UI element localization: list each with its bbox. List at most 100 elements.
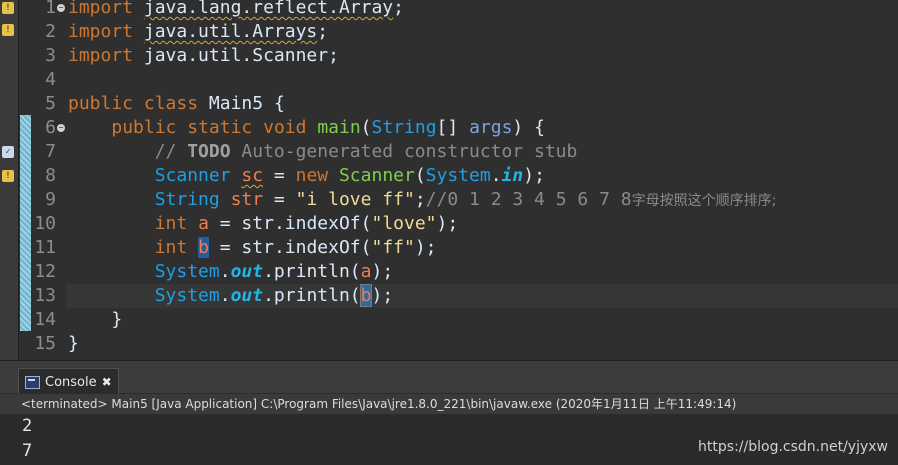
code-line-11[interactable]: int b = str.indexOf("ff"); — [68, 236, 437, 260]
variable-highlight: b — [359, 284, 373, 307]
punct: = — [263, 189, 296, 210]
code-line-13[interactable]: System.out.println(b); — [68, 284, 393, 308]
punct: } — [68, 333, 79, 354]
collapse-icon[interactable]: − — [57, 124, 65, 132]
code-line-2[interactable]: import java.util.Arrays; — [68, 20, 328, 44]
warning-icon[interactable]: ! — [2, 2, 14, 14]
punct: . — [219, 285, 231, 306]
line-number: 5 — [45, 93, 56, 114]
punct: = — [208, 237, 242, 258]
line-number: 14 — [34, 309, 56, 330]
method-call: .println( — [263, 261, 361, 282]
string-literal: "ff" — [371, 237, 415, 258]
static-field: out — [230, 285, 264, 306]
punct: = — [263, 165, 296, 186]
import-path: java.lang.reflect.Array — [143, 0, 394, 18]
variable: a — [198, 213, 209, 234]
code-line-12[interactable]: System.out.println(a); — [68, 260, 393, 284]
warning-icon[interactable]: ! — [2, 170, 14, 182]
punct: = — [208, 213, 242, 234]
code-line-14[interactable]: } — [68, 308, 122, 332]
punct: { — [273, 93, 285, 114]
punct: ; — [328, 45, 339, 66]
keyword: import — [68, 45, 134, 66]
close-icon[interactable]: ✖ — [102, 375, 112, 389]
line-number: 6 — [45, 117, 56, 138]
method-call: .indexOf( — [273, 213, 372, 234]
console-output-line[interactable]: 7 — [22, 441, 32, 461]
code-editor[interactable]: ! ! ✓ ! 1 2 3 4 5 6 7 8 9 10 11 12 13 14… — [0, 0, 898, 360]
method-name: main — [317, 117, 361, 138]
line-number: 7 — [45, 141, 56, 162]
punct: } — [111, 309, 123, 330]
line-number: 3 — [45, 45, 56, 66]
task-icon[interactable]: ✓ — [2, 146, 14, 158]
method-call: .println( — [263, 285, 361, 306]
comment: 字母按照这个顺序排序; — [631, 193, 777, 209]
code-line-10[interactable]: int a = str.indexOf("love"); — [68, 212, 459, 236]
line-number-gutter: 1 2 3 4 5 6 7 8 9 10 11 12 13 14 15 − − — [31, 0, 67, 360]
method-call: .indexOf( — [273, 237, 372, 258]
code-line-6[interactable]: public static void main(String[] args) { — [68, 116, 545, 140]
keyword: void — [263, 117, 307, 138]
punct: ( — [360, 117, 372, 138]
line-number: 9 — [45, 189, 56, 210]
line-number: 15 — [34, 333, 56, 354]
collapse-icon[interactable]: − — [57, 4, 65, 12]
punct: ); — [371, 285, 394, 306]
console-status: <terminated> Main5 [Java Application] C:… — [0, 394, 898, 415]
variable-ref: str — [241, 213, 274, 234]
code-line-1[interactable]: import java.lang.reflect.Array; — [68, 0, 404, 20]
change-indicator-bar — [20, 115, 31, 331]
line-number: 11 — [34, 237, 56, 258]
code-line-15[interactable]: } — [68, 332, 79, 356]
type-name: String — [154, 189, 220, 210]
keyword: static — [187, 117, 253, 138]
type-name: System — [154, 261, 220, 282]
code-line-3[interactable]: import java.util.Scanner; — [68, 44, 339, 68]
type-name: System — [425, 165, 491, 186]
code-line-8[interactable]: Scanner sc = new Scanner(System.in); — [68, 164, 545, 188]
tab-console[interactable]: Console ✖ — [18, 368, 119, 395]
punct: ); — [371, 261, 394, 282]
keyword: import — [68, 21, 134, 42]
line-number: 4 — [45, 69, 56, 90]
code-line-7[interactable]: // TODO Auto-generated constructor stub — [68, 140, 578, 164]
comment: //0 1 2 3 4 5 6 7 8 — [425, 189, 632, 210]
punct: ( — [414, 165, 426, 186]
variable-ref: str — [241, 237, 274, 258]
variable-highlight: b — [198, 237, 209, 258]
keyword: int — [154, 237, 188, 258]
keyword: public — [111, 117, 177, 138]
punct: ; — [317, 21, 329, 42]
string-literal: "love" — [371, 213, 437, 234]
constructor: Scanner — [338, 165, 415, 186]
variable: str — [230, 189, 264, 210]
parameter: args — [469, 117, 513, 138]
punct: ; — [414, 189, 426, 210]
punct: [] — [436, 117, 470, 138]
punct: ; — [393, 0, 404, 18]
comment: // — [154, 141, 188, 162]
static-field: in — [501, 165, 524, 186]
console-tabbar: Console ✖ — [0, 360, 898, 395]
code-line-5[interactable]: public class Main5 { — [68, 92, 285, 116]
variable-ref: a — [360, 261, 372, 282]
line-number: 1 — [45, 0, 56, 18]
punct: ); — [523, 165, 545, 186]
warning-icon[interactable]: ! — [2, 24, 14, 36]
marker-ruler: ! ! ✓ ! — [0, 0, 19, 360]
line-number: 13 — [34, 285, 56, 306]
console-icon — [25, 375, 40, 389]
keyword: class — [143, 93, 199, 114]
class-name: Main5 — [208, 93, 264, 114]
console-output-line[interactable]: 2 — [22, 416, 32, 436]
code-line-9[interactable]: String str = "i love ff";//0 1 2 3 4 5 6… — [68, 188, 777, 212]
line-number: 2 — [45, 21, 56, 42]
type-name: Scanner — [154, 165, 231, 186]
keyword: new — [295, 165, 329, 186]
punct: ); — [414, 237, 437, 258]
todo-tag: TODO — [187, 141, 231, 162]
punct: . — [219, 261, 231, 282]
import-path: java.util.Arrays — [143, 21, 318, 42]
